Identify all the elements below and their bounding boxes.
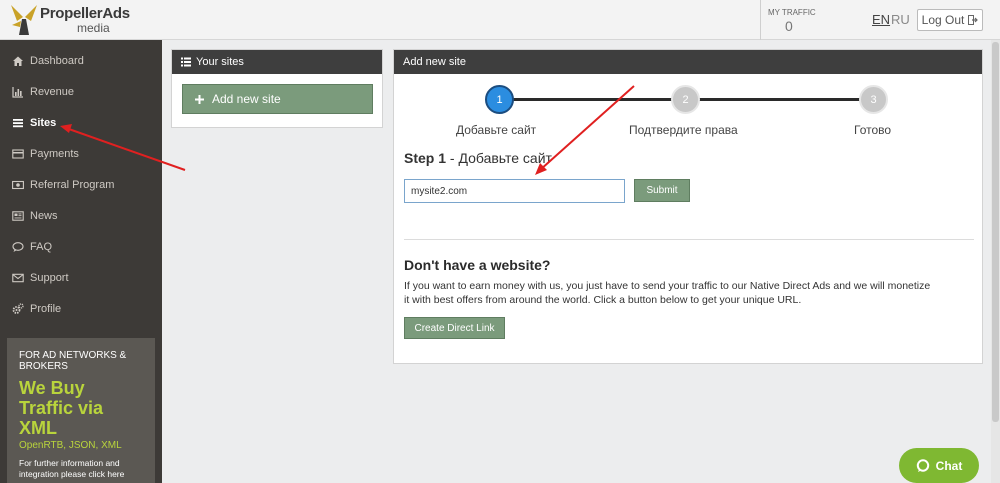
sidebar-item-label: Support xyxy=(30,271,69,284)
home-icon xyxy=(13,56,23,66)
sidebar-item-revenue[interactable]: Revenue xyxy=(0,76,162,107)
add-new-site-label: Add new site xyxy=(212,92,281,106)
sign-out-icon xyxy=(968,15,979,25)
list-icon xyxy=(13,118,23,127)
sidebar-item-sites[interactable]: Sites xyxy=(0,107,162,138)
money-icon xyxy=(12,180,24,189)
envelope-icon xyxy=(12,273,24,282)
sidebar-item-dashboard[interactable]: Dashboard xyxy=(0,45,162,76)
credit-card-icon xyxy=(12,148,24,159)
chat-bubble-icon xyxy=(916,458,929,472)
newspaper-icon xyxy=(12,210,24,221)
sidebar-item-label: Payments xyxy=(30,147,79,160)
propellerads-logo[interactable]: PropellerAds media xyxy=(9,3,149,37)
chat-button[interactable]: Chat xyxy=(899,448,979,483)
xml-traffic-promo[interactable]: FOR AD NETWORKS & BROKERS We Buy Traffic… xyxy=(7,338,155,483)
step-title-number: Step 1 xyxy=(404,150,447,166)
create-direct-link-button[interactable]: Create Direct Link xyxy=(404,317,505,339)
chat-label: Chat xyxy=(935,458,963,473)
sidebar-item-profile[interactable]: Profile xyxy=(0,293,162,324)
sidebar-item-faq[interactable]: FAQ xyxy=(0,231,162,262)
step-1-label: Добавьте сайт xyxy=(456,123,537,137)
add-new-site-title: Add new site xyxy=(403,56,466,68)
section-divider xyxy=(404,239,974,240)
my-traffic-widget: MY TRAFFIC 0 xyxy=(760,0,850,40)
sidebar-item-support[interactable]: Support xyxy=(0,262,162,293)
plus-icon xyxy=(195,94,204,104)
promo-formats: OpenRTB, JSON, XML xyxy=(19,440,122,451)
logo-subtitle: media xyxy=(77,21,110,35)
your-sites-header: Your sites xyxy=(172,50,382,74)
sidebar-item-label: FAQ xyxy=(30,240,53,253)
site-url-input[interactable] xyxy=(404,179,625,203)
my-traffic-label: MY TRAFFIC xyxy=(768,8,816,17)
step-1-indicator: 1 xyxy=(485,85,514,114)
logout-button[interactable]: Log Out xyxy=(917,9,983,31)
sidebar-item-label: Profile xyxy=(30,302,62,315)
sidebar: Dashboard Revenue Sites Payments Referra… xyxy=(0,40,162,483)
sidebar-item-referral[interactable]: Referral Program xyxy=(0,169,162,200)
no-website-heading: Don't have a website? xyxy=(404,257,551,273)
promo-info-link[interactable]: For further information and integration … xyxy=(19,458,143,480)
promo-heading: FOR AD NETWORKS & BROKERS xyxy=(19,350,127,372)
sidebar-item-payments[interactable]: Payments xyxy=(0,138,162,169)
gears-icon xyxy=(12,302,24,314)
comment-icon xyxy=(12,241,24,252)
lang-en-link[interactable]: EN xyxy=(872,12,890,27)
submit-button[interactable]: Submit xyxy=(634,179,690,202)
top-bar: PropellerAds media MY TRAFFIC 0 EN RU Lo… xyxy=(0,0,1000,40)
sidebar-item-label: Dashboard xyxy=(30,54,84,67)
add-new-site-header: Add new site xyxy=(394,50,982,74)
sidebar-item-label: Sites xyxy=(30,116,57,129)
my-traffic-value: 0 xyxy=(785,18,793,34)
promo-headline: We Buy Traffic via XML xyxy=(19,378,104,438)
logo-name: PropellerAds xyxy=(40,5,130,22)
step-title-text: - Добавьте сайт xyxy=(446,150,552,166)
add-new-site-panel: Add new site 1 2 3 Добавьте сайт Подтвер… xyxy=(393,49,983,364)
sidebar-item-label: News xyxy=(30,209,58,222)
step-title: Step 1 - Добавьте сайт xyxy=(404,150,552,166)
scrollbar-thumb[interactable] xyxy=(992,42,999,422)
your-sites-panel: Your sites Add new site xyxy=(171,49,383,128)
your-sites-title: Your sites xyxy=(196,56,244,68)
list-icon xyxy=(181,57,191,67)
step-3-indicator: 3 xyxy=(859,85,888,114)
step-2-indicator: 2 xyxy=(671,85,700,114)
logout-label: Log Out xyxy=(921,13,965,27)
propeller-logo-icon xyxy=(11,5,37,35)
step-3-label: Готово xyxy=(854,123,892,137)
no-website-description: If you want to earn money with us, you j… xyxy=(404,280,931,306)
bar-chart-icon xyxy=(12,86,23,98)
page-scrollbar[interactable] xyxy=(991,40,1000,483)
sidebar-item-label: Revenue xyxy=(30,85,75,98)
sidebar-item-news[interactable]: News xyxy=(0,200,162,231)
add-new-site-button[interactable]: Add new site xyxy=(182,84,373,114)
step-2-label: Подтвердите права xyxy=(629,123,738,137)
lang-ru-link[interactable]: RU xyxy=(891,12,910,27)
sidebar-item-label: Referral Program xyxy=(30,178,115,191)
